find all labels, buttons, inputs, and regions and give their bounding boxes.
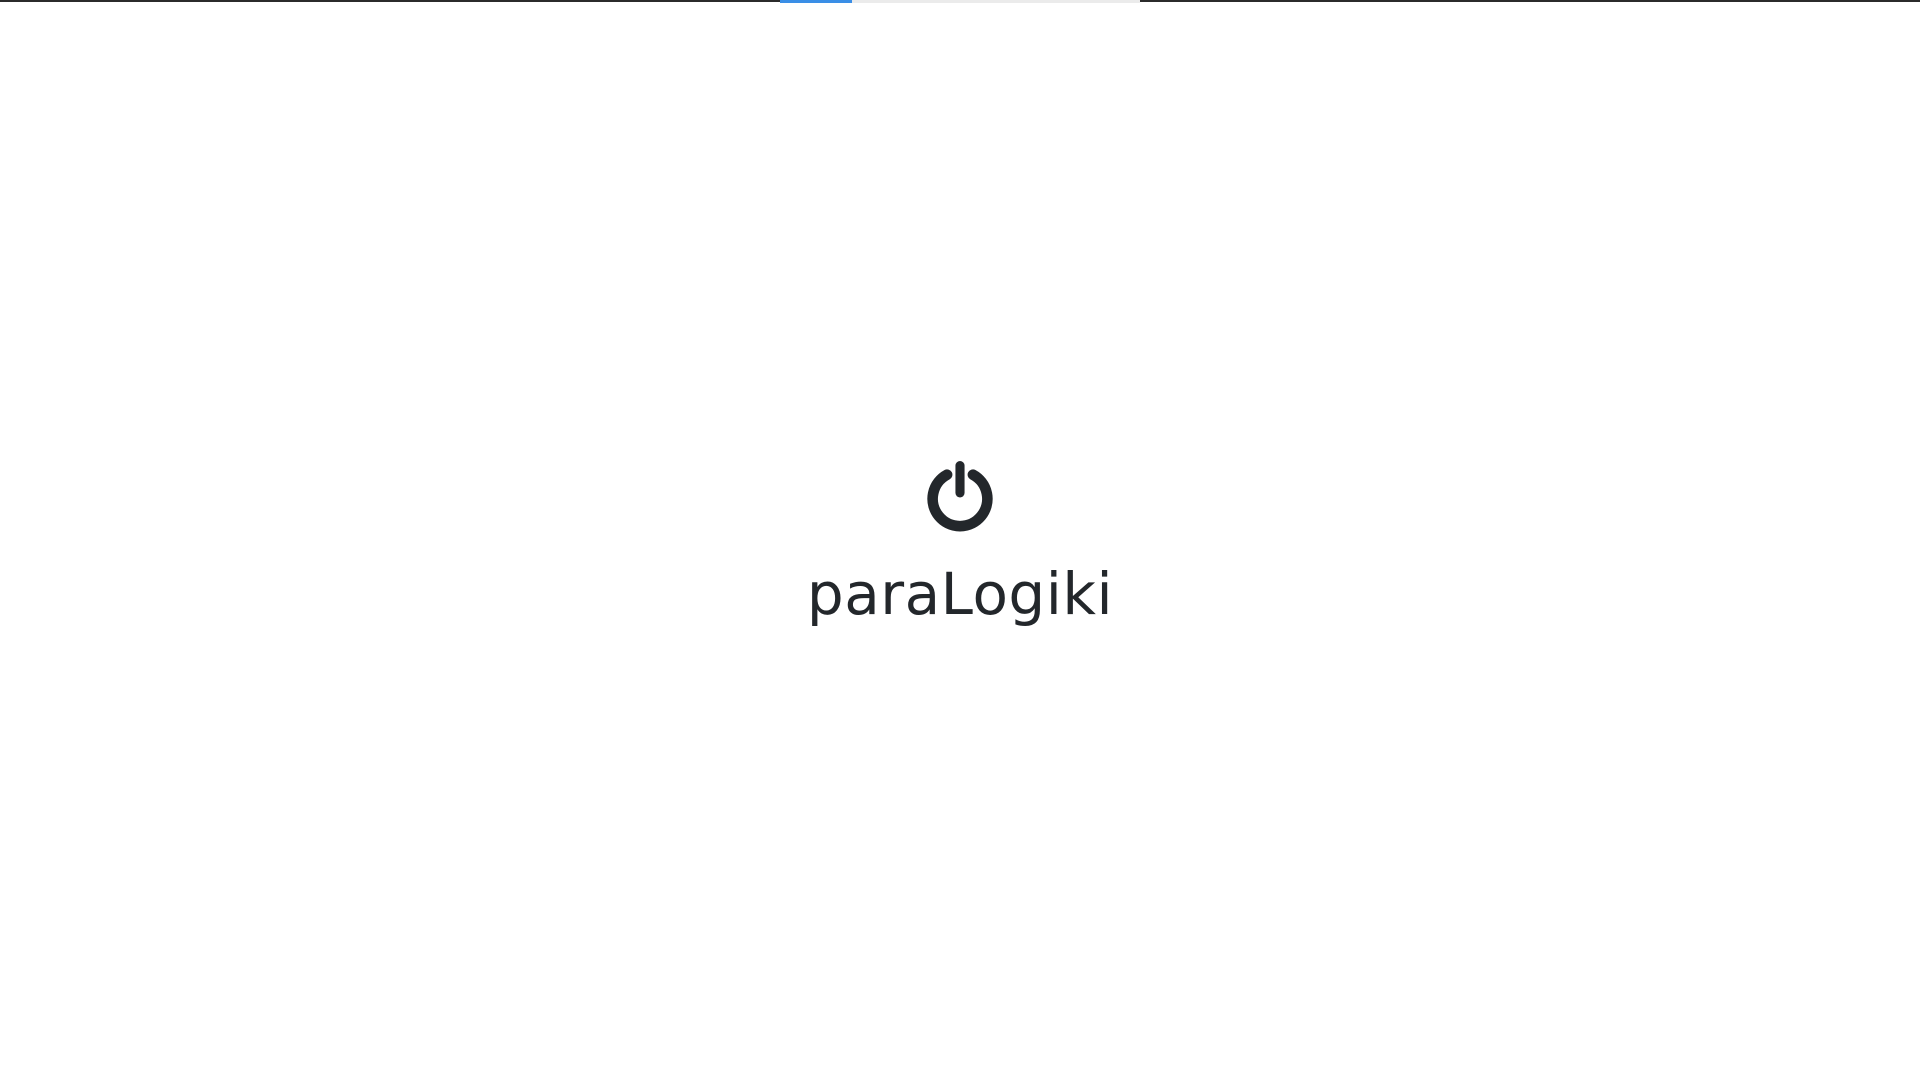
splash-screen: paraLogiki	[0, 0, 1920, 1080]
app-title: paraLogiki	[806, 560, 1114, 628]
power-icon	[927, 461, 993, 532]
